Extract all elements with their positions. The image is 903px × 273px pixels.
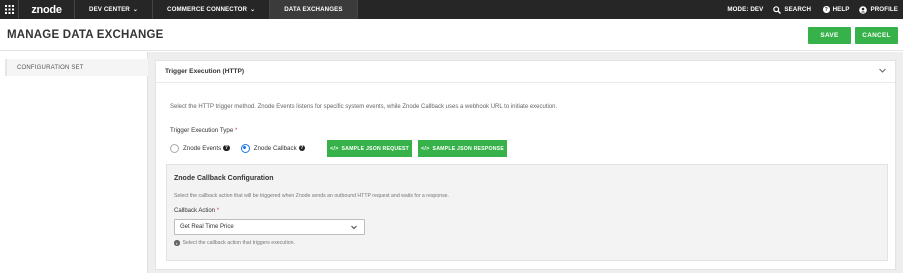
nav-dev-center[interactable]: DEV CENTER ⌄ [75, 0, 154, 19]
callback-action-label-text: Callback Action [174, 208, 216, 214]
help-label: HELP [832, 6, 850, 13]
chevron-down-icon [351, 225, 357, 230]
panel-title: Trigger Execution (HTTP) [165, 68, 245, 75]
sample-json-request-label: SAMPLE JSON REQUEST [341, 145, 410, 152]
page-title: MANAGE DATA EXCHANGE [7, 29, 164, 41]
nav-commerce-connector-label: COMMERCE CONNECTOR [167, 6, 248, 13]
trigger-execution-panel: Trigger Execution (HTTP) Select the HTTP… [155, 60, 896, 270]
help-icon[interactable]: ? [298, 144, 306, 152]
sample-json-request-button[interactable]: </> SAMPLE JSON REQUEST [327, 140, 412, 157]
callback-action-select[interactable]: Get Real Time Price [174, 219, 365, 235]
callback-action-value: Get Real Time Price [180, 224, 234, 230]
apps-grid-icon[interactable] [0, 0, 19, 19]
nav-commerce-connector[interactable]: COMMERCE CONNECTOR ⌄ [153, 0, 271, 19]
required-marker: * [216, 208, 220, 214]
radio-znode-events[interactable]: Znode Events ? [170, 143, 230, 153]
profile-button[interactable]: PROFILE [854, 5, 903, 14]
callback-action-hint-text: Select the callback action that triggers… [182, 240, 295, 246]
trigger-type-label: Trigger Execution Type * [170, 127, 237, 134]
mode-indicator: MODE: DEV [722, 6, 768, 13]
radio-znode-callback[interactable]: Znode Callback ? [240, 143, 306, 153]
search-label: SEARCH [784, 6, 812, 13]
required-marker: * [235, 127, 238, 134]
sample-json-response-button[interactable]: </> SAMPLE JSON RESPONSE [418, 140, 507, 157]
search-icon [773, 5, 782, 14]
code-icon: </> [420, 145, 430, 152]
content-area: CONFIGURATION SET Trigger Execution (HTT… [0, 52, 903, 273]
nav-data-exchanges-label: DATA EXCHANGES [284, 6, 343, 13]
radio-button[interactable] [170, 143, 179, 153]
nav-utilities: MODE: DEV SEARCH ? HELP PROFILE [722, 0, 903, 19]
callback-action-hint: i Select the callback action that trigge… [174, 240, 295, 246]
trigger-type-radio-group: Znode Events ? Znode Callback ? [170, 141, 306, 155]
chevron-down-icon[interactable] [878, 66, 887, 75]
user-icon [859, 5, 868, 14]
chevron-down-icon: ⌄ [132, 7, 139, 13]
radio-znode-callback-label: Znode Callback [253, 144, 297, 152]
panel-header[interactable]: Trigger Execution (HTTP) [156, 61, 895, 83]
cancel-button[interactable]: CANCEL [855, 27, 898, 44]
chevron-down-icon: ⌄ [250, 7, 256, 13]
znode-logo[interactable]: znode [19, 0, 75, 19]
panel-description: Select the HTTP trigger method. Znode Ev… [170, 104, 558, 110]
save-button[interactable]: SAVE [808, 27, 851, 44]
callback-configuration-panel: Znode Callback Configuration Select the … [166, 164, 888, 261]
help-icon: ? [823, 6, 830, 13]
sidebar: CONFIGURATION SET [0, 52, 148, 273]
code-icon: </> [329, 145, 339, 152]
top-nav: znode DEV CENTER ⌄ COMMERCE CONNECTOR ⌄ … [0, 0, 903, 19]
grid-icon [4, 5, 14, 14]
nav-data-exchanges[interactable]: DATA EXCHANGES [270, 0, 358, 19]
callback-config-description: Select the callback action that will be … [174, 193, 450, 199]
mode-label: MODE: DEV [727, 6, 764, 13]
radio-button-selected[interactable] [240, 143, 250, 153]
help-icon[interactable]: ? [223, 144, 230, 152]
sidebar-item-label: CONFIGURATION SET [17, 64, 84, 71]
radio-znode-events-label: Znode Events [183, 144, 222, 152]
info-icon: i [174, 240, 180, 246]
profile-label: PROFILE [870, 6, 898, 13]
nav-dev-center-label: DEV CENTER [89, 6, 130, 13]
sample-json-response-label: SAMPLE JSON RESPONSE [432, 145, 504, 152]
callback-action-label: Callback Action * [174, 208, 219, 214]
search-button[interactable]: SEARCH [768, 5, 816, 14]
help-button[interactable]: ? HELP [816, 6, 854, 13]
page-header: MANAGE DATA EXCHANGE SAVE CANCEL [0, 19, 903, 51]
trigger-type-label-text: Trigger Execution Type [170, 127, 234, 134]
sidebar-item-configuration-set[interactable]: CONFIGURATION SET [5, 59, 148, 76]
callback-config-title: Znode Callback Configuration [174, 175, 274, 182]
